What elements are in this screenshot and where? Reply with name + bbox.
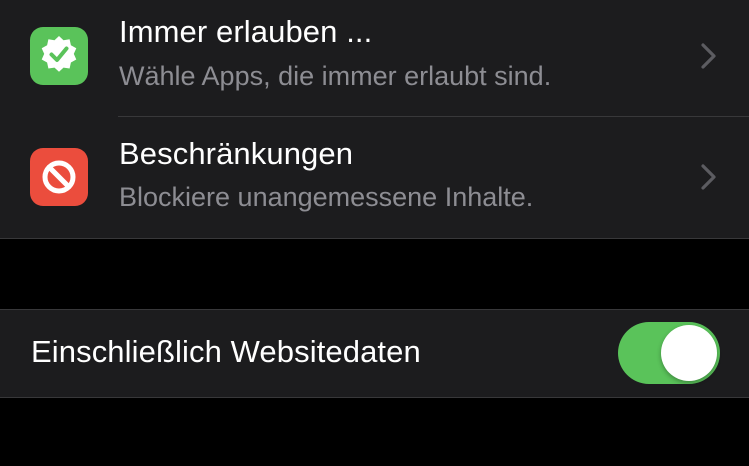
no-entry-icon	[30, 148, 88, 206]
content-restrictions-title: Beschränkungen	[119, 136, 354, 171]
chevron-right-icon	[701, 43, 716, 69]
website-data-toggle[interactable]	[618, 322, 720, 384]
content-restrictions-row[interactable]: Beschränkungen Blockiere unangemessene I…	[0, 118, 749, 238]
always-allowed-row[interactable]: Immer erlauben ... Wähle Apps, die immer…	[0, 0, 749, 118]
always-allowed-subtitle: Wähle Apps, die immer erlaubt sind.	[119, 61, 552, 91]
toggle-knob	[661, 325, 717, 381]
website-data-label: Einschließlich Websitedaten	[31, 334, 421, 369]
chevron-right-icon	[701, 164, 716, 190]
always-allowed-title: Immer erlauben ...	[119, 14, 373, 49]
screen-time-settings: Immer erlauben ... Wähle Apps, die immer…	[0, 0, 749, 466]
row-separator	[118, 116, 749, 117]
content-restrictions-subtitle: Blockiere unangemessene Inhalte.	[119, 182, 534, 212]
settings-group-website-data: Einschließlich Websitedaten	[0, 309, 749, 398]
settings-group-limits: Immer erlauben ... Wähle Apps, die immer…	[0, 0, 749, 239]
checkmark-seal-icon	[30, 27, 88, 85]
